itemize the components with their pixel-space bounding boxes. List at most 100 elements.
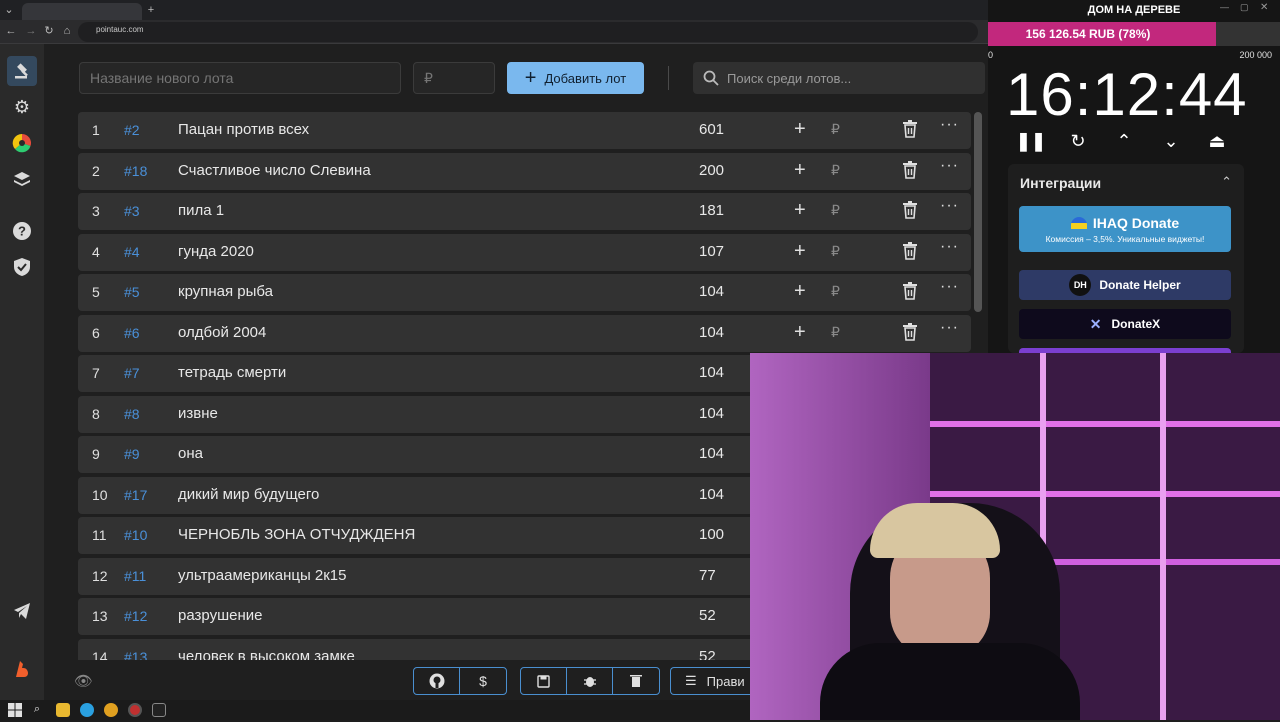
eye-icon[interactable]: 👁 bbox=[74, 672, 93, 690]
ihaq-donate-button[interactable]: IHAQ Donate Комиссия – 3,5%. Уникальные … bbox=[1019, 206, 1231, 252]
add-amount-icon[interactable]: + bbox=[794, 321, 806, 344]
app-icon[interactable] bbox=[152, 703, 166, 717]
trash-icon[interactable] bbox=[902, 120, 918, 138]
lot-row[interactable]: 6 #6 олдбой 2004 104 + ₽ ··· bbox=[78, 314, 971, 352]
close-icon[interactable]: ✕ bbox=[1260, 2, 1268, 13]
telegram-link[interactable] bbox=[7, 596, 37, 626]
lot-name[interactable]: крупная рыба bbox=[178, 283, 273, 300]
ruble-icon[interactable]: ₽ bbox=[831, 243, 840, 260]
donatex-button[interactable]: ✕ DonateX bbox=[1019, 309, 1231, 339]
ruble-icon[interactable]: ₽ bbox=[831, 324, 840, 341]
edge-icon[interactable] bbox=[80, 703, 94, 717]
lot-name[interactable]: гунда 2020 bbox=[178, 243, 254, 260]
obs-icon[interactable] bbox=[128, 703, 142, 717]
donate-helper-button[interactable]: DH Donate Helper bbox=[1019, 270, 1231, 300]
ruble-icon[interactable]: ₽ bbox=[831, 283, 840, 300]
lot-row[interactable]: 5 #5 крупная рыба 104 + ₽ ··· bbox=[78, 274, 971, 311]
double-up-button[interactable]: ⏏ bbox=[1204, 128, 1230, 154]
more-icon[interactable]: ··· bbox=[940, 157, 959, 175]
new-lot-amount-input[interactable] bbox=[413, 62, 495, 94]
donate-button[interactable]: $ bbox=[460, 668, 506, 694]
github-button[interactable] bbox=[414, 668, 460, 694]
pause-button[interactable]: ❚❚ bbox=[1016, 128, 1046, 154]
reset-button[interactable]: ↻ bbox=[1065, 128, 1091, 154]
save-button[interactable] bbox=[521, 668, 567, 694]
taskbar-search-icon[interactable]: ⌕ bbox=[30, 703, 44, 717]
new-lot-name-input[interactable] bbox=[79, 62, 401, 94]
decrease-button[interactable]: ⌄ bbox=[1158, 128, 1184, 154]
increase-button[interactable]: ⌃ bbox=[1111, 128, 1137, 154]
lot-name[interactable]: тетрадь смерти bbox=[178, 364, 286, 381]
lot-position: 3 bbox=[92, 203, 100, 219]
clear-button[interactable] bbox=[613, 668, 659, 694]
trash-icon[interactable] bbox=[902, 282, 918, 300]
ruble-icon[interactable]: ₽ bbox=[831, 202, 840, 219]
more-icon[interactable]: ··· bbox=[940, 238, 959, 256]
forward-icon[interactable]: → bbox=[24, 21, 38, 41]
add-amount-icon[interactable]: + bbox=[794, 240, 806, 263]
toolbar-divider bbox=[668, 66, 669, 90]
lot-name[interactable]: разрушение bbox=[178, 607, 262, 624]
lot-name[interactable]: извне bbox=[178, 405, 218, 422]
lot-name[interactable]: ультраамериканцы 2к15 bbox=[178, 567, 347, 584]
lot-position: 13 bbox=[92, 608, 108, 624]
bug-report-button[interactable] bbox=[567, 668, 613, 694]
lot-name[interactable]: олдбой 2004 bbox=[178, 324, 266, 341]
wheel-nav-button[interactable] bbox=[7, 128, 37, 158]
ruble-icon[interactable]: ₽ bbox=[831, 121, 840, 138]
boosty-link[interactable] bbox=[7, 654, 37, 684]
add-amount-icon[interactable]: + bbox=[794, 199, 806, 222]
add-amount-icon[interactable]: + bbox=[794, 159, 806, 182]
more-icon[interactable]: ··· bbox=[940, 116, 959, 134]
maximize-icon[interactable]: ▢ bbox=[1240, 2, 1249, 13]
lot-id: #6 bbox=[124, 324, 140, 341]
lot-title: ДОМ НА ДЕРЕВЕ bbox=[1087, 4, 1181, 16]
lot-name[interactable]: она bbox=[178, 445, 203, 462]
lot-name[interactable]: Пацан против всех bbox=[178, 121, 309, 138]
privacy-nav-button[interactable] bbox=[7, 252, 37, 282]
lot-list-scrollbar[interactable] bbox=[974, 112, 982, 312]
lot-name[interactable]: ЧЕРНОБЛЬ ЗОНА ОТЧУДЖДЕНЯ bbox=[178, 526, 415, 543]
trash-icon[interactable] bbox=[902, 241, 918, 260]
add-amount-icon[interactable]: + bbox=[794, 280, 806, 303]
trash-icon[interactable] bbox=[902, 201, 918, 219]
minimize-icon[interactable]: — bbox=[1220, 2, 1229, 12]
more-icon[interactable]: ··· bbox=[940, 319, 959, 337]
lot-name[interactable]: Счастливое число Слевина bbox=[178, 162, 371, 179]
lot-row[interactable]: 2 #18 Счастливое число Слевина 200 + ₽ ··· bbox=[78, 152, 971, 190]
lot-name[interactable]: человек в высоком замке bbox=[178, 648, 355, 661]
new-tab-icon[interactable]: + bbox=[144, 0, 158, 20]
collapse-icon[interactable]: ⌃ bbox=[1221, 174, 1232, 190]
lot-name[interactable]: пила 1 bbox=[178, 202, 224, 219]
back-icon[interactable]: ← bbox=[4, 21, 18, 41]
browser-tab[interactable] bbox=[22, 3, 142, 20]
settings-nav-button[interactable]: ⚙ bbox=[7, 92, 37, 122]
home-icon[interactable]: ⌂ bbox=[60, 21, 74, 41]
lot-row[interactable]: 3 #3 пила 1 181 + ₽ ··· bbox=[78, 193, 971, 230]
start-icon[interactable] bbox=[8, 703, 22, 717]
lot-id: #7 bbox=[124, 365, 140, 381]
search-lots-field[interactable]: Поиск среди лотов... bbox=[693, 62, 985, 94]
url-field[interactable] bbox=[78, 22, 978, 42]
lot-amount: 100 bbox=[699, 526, 725, 543]
rules-button[interactable]: ☰ Прави bbox=[671, 668, 760, 694]
ruble-icon[interactable]: ₽ bbox=[831, 162, 840, 179]
add-lot-button[interactable]: + Добавить лот bbox=[507, 62, 644, 94]
lot-name[interactable]: дикий мир будущего bbox=[178, 486, 319, 503]
rules-group: ☰ Прави bbox=[670, 667, 760, 695]
help-nav-button[interactable]: ? bbox=[7, 216, 37, 246]
add-amount-icon[interactable]: + bbox=[794, 118, 806, 141]
explorer-icon[interactable] bbox=[56, 703, 70, 717]
trash-icon[interactable] bbox=[902, 322, 918, 341]
timer-display: 16:12:44 bbox=[1006, 61, 1248, 128]
reload-icon[interactable]: ↻ bbox=[42, 21, 56, 41]
history-nav-button[interactable] bbox=[7, 164, 37, 194]
lot-row[interactable]: 1 #2 Пацан против всех 601 + ₽ ··· bbox=[78, 112, 971, 149]
chrome-icon[interactable] bbox=[104, 703, 118, 717]
tab-list-icon[interactable]: ⌄ bbox=[2, 0, 16, 20]
more-icon[interactable]: ··· bbox=[940, 278, 959, 296]
trash-icon[interactable] bbox=[902, 160, 918, 179]
more-icon[interactable]: ··· bbox=[940, 197, 959, 215]
lot-row[interactable]: 4 #4 гунда 2020 107 + ₽ ··· bbox=[78, 233, 971, 271]
auction-nav-button[interactable] bbox=[7, 56, 37, 86]
